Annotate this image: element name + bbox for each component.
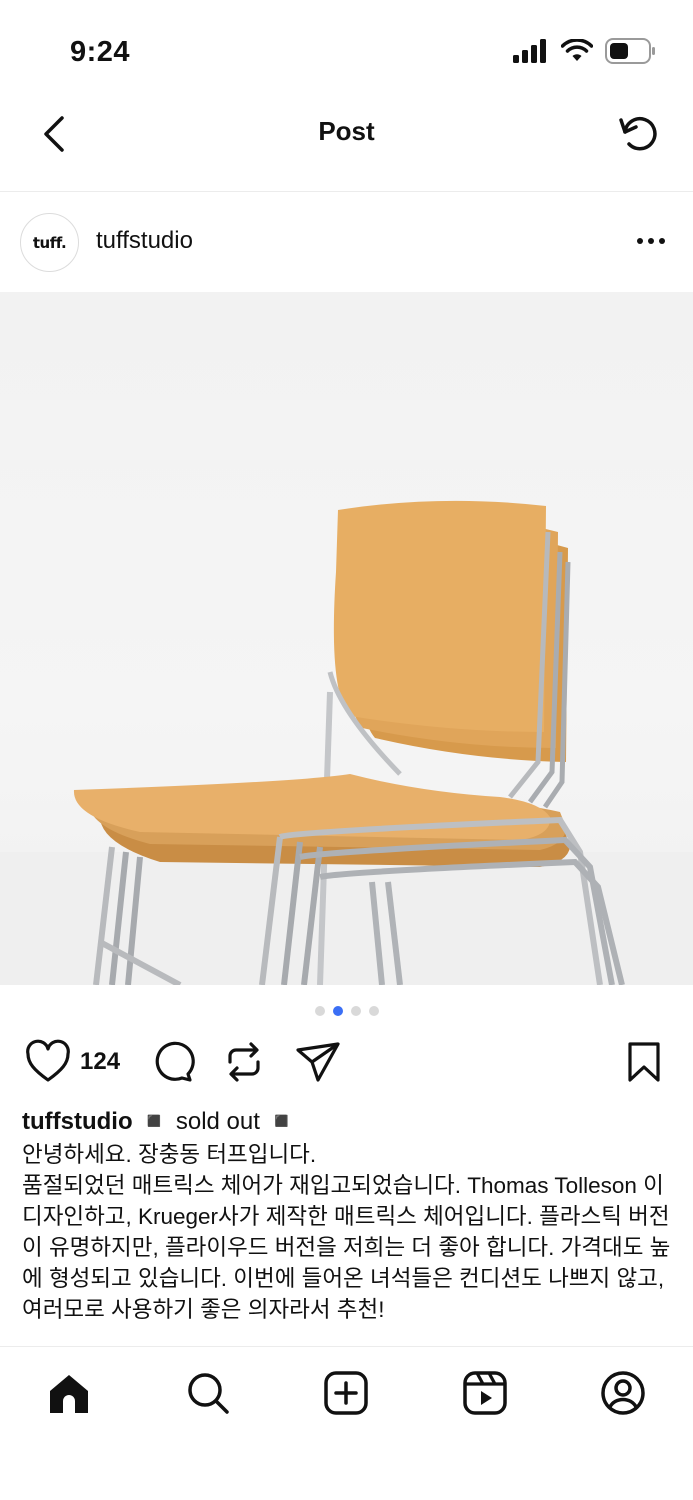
more-horizontal-icon[interactable] [635, 229, 667, 253]
heart-icon[interactable] [24, 1038, 72, 1086]
wifi-icon [561, 39, 593, 61]
carousel-indicator [0, 1006, 693, 1016]
status-icons [513, 38, 657, 64]
caption-username[interactable]: tuffstudio [22, 1108, 133, 1135]
carousel-dot [350, 1006, 361, 1016]
carousel-dot-active [332, 1006, 343, 1016]
avatar[interactable]: tuff. [20, 213, 79, 272]
reels-icon[interactable] [461, 1369, 509, 1417]
post-photo[interactable] [0, 292, 693, 985]
caption-line1: 안녕하세요. 장충동 터프입니다. [22, 1142, 317, 1167]
post-header: tuff. tuffstudio [0, 193, 693, 291]
like-count[interactable]: 124 [80, 1048, 120, 1076]
home-icon[interactable] [45, 1369, 93, 1417]
post-username[interactable]: tuffstudio [96, 227, 193, 255]
status-time: 9:24 [70, 36, 131, 68]
create-icon[interactable] [322, 1369, 370, 1417]
chair-photo-illustration [0, 500, 693, 985]
search-icon[interactable] [184, 1369, 232, 1417]
share-send-icon[interactable] [294, 1038, 342, 1086]
page-title: Post [318, 116, 375, 146]
battery-icon [605, 38, 655, 64]
caption-body: 품절되었던 매트릭스 체어가 재입고되었습니다. Thomas Tolleson… [22, 1173, 671, 1322]
bottom-tab-bar [0, 1346, 693, 1500]
bookmark-icon[interactable] [620, 1038, 668, 1086]
carousel-dot [368, 1006, 379, 1016]
repost-icon[interactable] [220, 1038, 268, 1086]
post-actions: 124 [0, 1038, 693, 1088]
cellular-signal-icon [513, 39, 546, 63]
status-bar: 9:24 [0, 0, 693, 100]
comment-icon[interactable] [148, 1038, 196, 1086]
refresh-icon[interactable] [615, 110, 663, 158]
caption-headline: ◾️ sold out ◾️ [139, 1108, 297, 1135]
post-caption: tuffstudio ◾️ sold out ◾️ 안녕하세요. 장충동 터프입… [22, 1105, 682, 1325]
carousel-dot [314, 1006, 325, 1016]
avatar-logo-text: tuff. [32, 233, 67, 252]
top-navigation: Post [0, 100, 693, 192]
profile-icon[interactable] [599, 1369, 647, 1417]
